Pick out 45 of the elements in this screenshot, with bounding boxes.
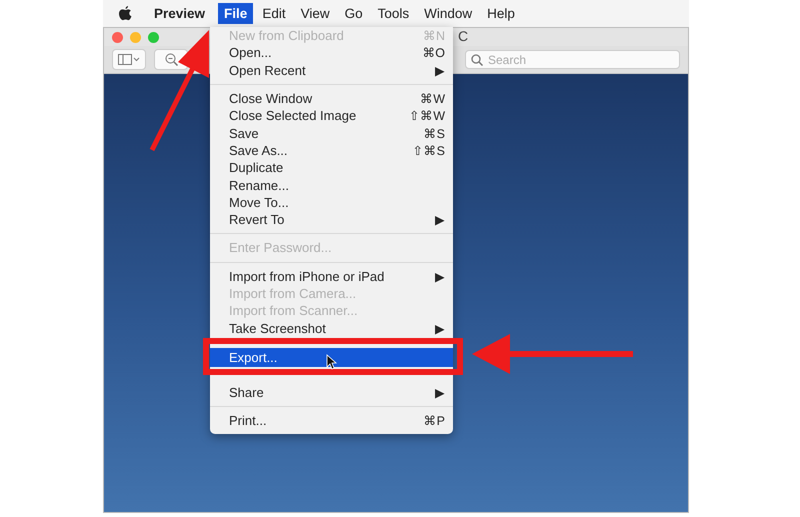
menu-item[interactable]: Share ▶ [210,384,453,402]
app-menu[interactable]: Preview [148,6,212,21]
menu-item[interactable]: Close Window ⌘W [210,90,453,108]
menu-title[interactable]: Window [418,3,478,24]
menu-title[interactable]: Help [481,3,521,24]
search-icon [471,54,483,66]
menu-item[interactable]: Save ⌘S [210,124,453,142]
shortcut-label: ⌘N [422,28,445,44]
submenu-arrow: ▶ [435,268,445,284]
zoom-out-button[interactable] [154,49,188,70]
submenu-arrow: ▶ [435,320,445,336]
sidebar-icon [118,54,140,65]
menu-item[interactable]: Open Recent ▶ [210,62,453,79]
shortcut-label: ⌘P [424,413,445,428]
mouse-cursor [326,354,338,370]
menu-item[interactable]: Export... [210,348,453,367]
submenu-arrow: ▶ [435,212,445,228]
shortcut-label: ⌘S [424,126,445,141]
apple-icon[interactable] [119,6,132,21]
menu-title[interactable]: Go [338,3,369,24]
menu-item[interactable]: Rename... [210,176,453,194]
sidebar-button[interactable] [112,49,146,70]
shortcut-label: ⌘O [422,45,445,60]
menu-item[interactable]: Close Selected Image ⇧⌘W [210,107,453,124]
submenu-arrow: ▶ [435,384,445,400]
submenu-arrow: ▶ [435,62,445,78]
menu-item[interactable]: Duplicate [210,159,453,176]
zoom-out-icon [164,53,178,66]
search-field[interactable]: Search [465,50,680,69]
menu-title[interactable]: Tools [372,3,416,24]
shortcut-label: ⇧⌘S [412,142,445,158]
menu-title[interactable]: File [218,3,254,24]
window-title: C [458,28,468,44]
menu-item[interactable]: Import from iPhone or iPad ▶ [210,268,453,285]
shortcut-label: ⌘W [420,91,445,106]
menu-item[interactable]: Save As... ⇧⌘S [210,142,453,160]
menu-item[interactable]: Take Screenshot ▶ [210,319,453,337]
menu-item[interactable]: Move To... [210,194,453,211]
menu-item[interactable]: Revert To ▶ [210,210,453,228]
menu-item[interactable]: Print... ⌘P [210,412,453,430]
shortcut-label: ⇧⌘W [409,108,445,124]
menu-title[interactable]: View [294,3,336,24]
close-button[interactable] [112,32,123,42]
menu-title[interactable]: Edit [256,3,292,24]
menu-item[interactable]: Open... ⌘O [210,44,453,62]
